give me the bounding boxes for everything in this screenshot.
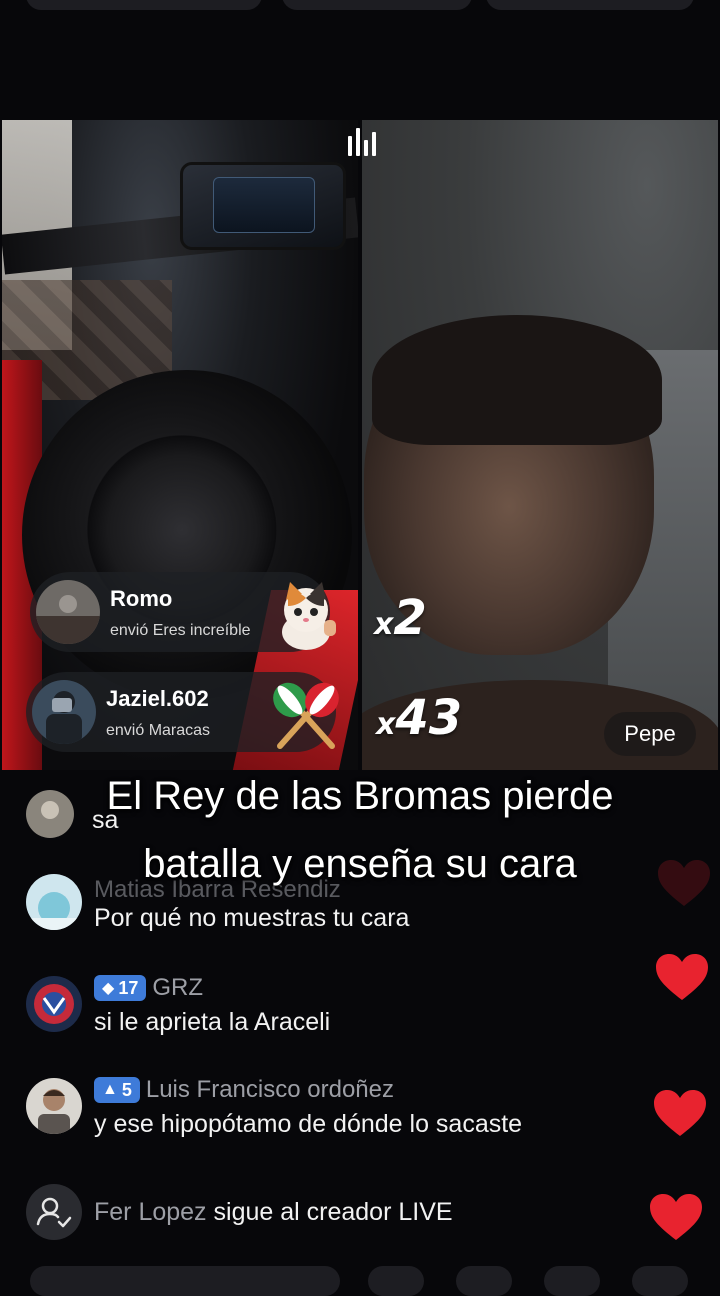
- bottom-action-button[interactable]: [632, 1266, 688, 1296]
- heart-icon[interactable]: [648, 1192, 704, 1242]
- opponent-name-tag[interactable]: Pepe: [604, 712, 696, 756]
- follow-message: sigue al creador LIVE: [213, 1198, 453, 1226]
- avatar[interactable]: [26, 976, 82, 1032]
- comment-username[interactable]: GRZ: [152, 974, 203, 1002]
- gift-sender-name: Jaziel.602: [106, 686, 209, 711]
- opponent-video-right[interactable]: [362, 120, 718, 770]
- cat-thumbs-up-icon: [268, 576, 344, 657]
- battle-video: Romo envió Eres increíble x2 Jaziel.602 …: [0, 120, 720, 770]
- gift-description: envió Eres increíble: [110, 622, 251, 639]
- top-pill-left[interactable]: [26, 0, 262, 10]
- comment-text: sa: [92, 806, 119, 834]
- bottom-action-button[interactable]: [368, 1266, 424, 1296]
- top-pill-middle[interactable]: [282, 0, 472, 10]
- comment-text: y ese hipopótamo de dónde lo sacaste: [94, 1110, 523, 1138]
- bottom-controls: [0, 1266, 720, 1296]
- gift-multiplier: x43: [376, 690, 463, 746]
- top-pill-right[interactable]: [486, 0, 694, 10]
- gift-sender-name: Romo: [110, 586, 173, 611]
- top-controls: [0, 0, 720, 14]
- gift-description: envió Maracas: [106, 722, 211, 739]
- caption-line-2: batalla y enseña su cara: [143, 842, 577, 886]
- avatar[interactable]: [26, 1078, 82, 1134]
- follow-event-text: Fer Lopez sigue al creador LIVE: [94, 1198, 453, 1227]
- comment-username[interactable]: Luis Francisco ordoñez: [146, 1076, 394, 1104]
- maracas-icon: [266, 680, 346, 757]
- gift-multiplier: x2: [374, 590, 427, 646]
- avatar[interactable]: [36, 580, 100, 644]
- comment-username-row: ◆ 17 GRZ: [94, 974, 203, 1002]
- diamond-icon: ◆: [102, 980, 115, 997]
- person-hair: [372, 315, 662, 445]
- level-badge: ▲ 5: [94, 1077, 140, 1103]
- avatar[interactable]: [32, 680, 96, 744]
- comment-text: Por qué no muestras tu cara: [94, 904, 410, 932]
- heart-icon[interactable]: [654, 952, 710, 1002]
- follow-username[interactable]: Fer Lopez: [94, 1198, 207, 1226]
- heart-icon[interactable]: [652, 1088, 708, 1138]
- follow-event: Fer Lopez sigue al creador LIVE: [26, 1184, 646, 1244]
- chat-comment: ◆ 17 GRZ si le aprieta la Araceli: [26, 972, 646, 1042]
- comment-text: si le aprieta la Araceli: [94, 1008, 331, 1036]
- comment-username-row: ▲ 5 Luis Francisco ordoñez: [94, 1076, 394, 1104]
- level-badge: ◆ 17: [94, 975, 147, 1001]
- avatar[interactable]: [26, 790, 74, 838]
- follow-user-icon: [26, 1184, 82, 1240]
- chat-comment: sa: [26, 790, 646, 840]
- comment-input-pill[interactable]: [30, 1266, 340, 1296]
- bottom-action-button[interactable]: [456, 1266, 512, 1296]
- motorcycle-dashboard: [180, 162, 346, 250]
- triangle-icon: ▲: [102, 1081, 118, 1098]
- bottom-action-button[interactable]: [544, 1266, 600, 1296]
- audio-level-icon: [346, 126, 380, 160]
- heart-icon[interactable]: [656, 858, 712, 908]
- chat-comment: ▲ 5 Luis Francisco ordoñez y ese hipopóta…: [26, 1074, 646, 1144]
